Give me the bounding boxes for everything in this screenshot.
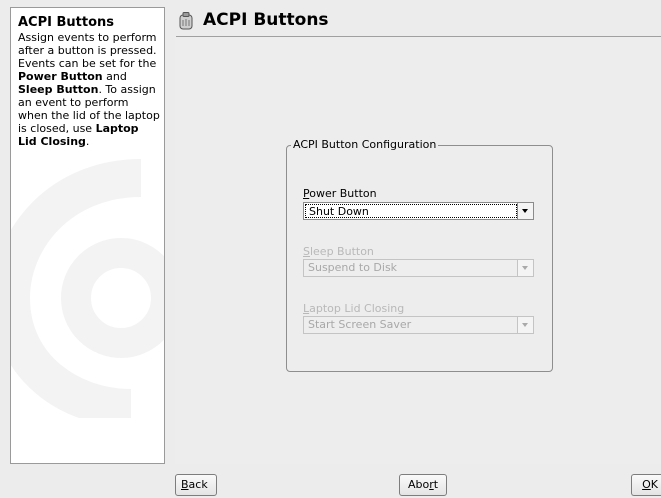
chevron-down-icon[interactable] bbox=[517, 203, 533, 219]
sleep-button-value: Suspend to Disk bbox=[308, 261, 398, 274]
ok-button[interactable]: OK bbox=[631, 474, 661, 496]
suse-watermark-icon bbox=[11, 159, 164, 418]
help-panel: ACPI Buttons Assign events to perform af… bbox=[10, 7, 165, 464]
sleep-button-label: Sleep Button bbox=[303, 245, 374, 258]
page-title: ACPI Buttons bbox=[203, 10, 329, 30]
chevron-down-icon[interactable] bbox=[517, 317, 533, 333]
help-title: ACPI Buttons bbox=[18, 15, 115, 30]
laptop-lid-closing-select[interactable]: Start Screen Saver bbox=[303, 316, 534, 334]
power-button-label: Power Button bbox=[303, 187, 377, 200]
laptop-lid-closing-label: Laptop Lid Closing bbox=[303, 302, 405, 315]
acpi-module-icon bbox=[179, 12, 193, 30]
abort-button[interactable]: Abort bbox=[399, 474, 447, 496]
back-button[interactable]: Back bbox=[175, 474, 217, 496]
help-text: Assign events to perform after a button … bbox=[18, 31, 160, 148]
group-title: ACPI Button Configuration bbox=[291, 138, 439, 151]
sleep-button-select[interactable]: Suspend to Disk bbox=[303, 259, 534, 277]
power-button-select[interactable]: Shut Down bbox=[303, 202, 534, 220]
laptop-lid-closing-value: Start Screen Saver bbox=[308, 318, 412, 331]
power-button-value: Shut Down bbox=[305, 204, 517, 218]
chevron-down-icon[interactable] bbox=[517, 260, 533, 276]
